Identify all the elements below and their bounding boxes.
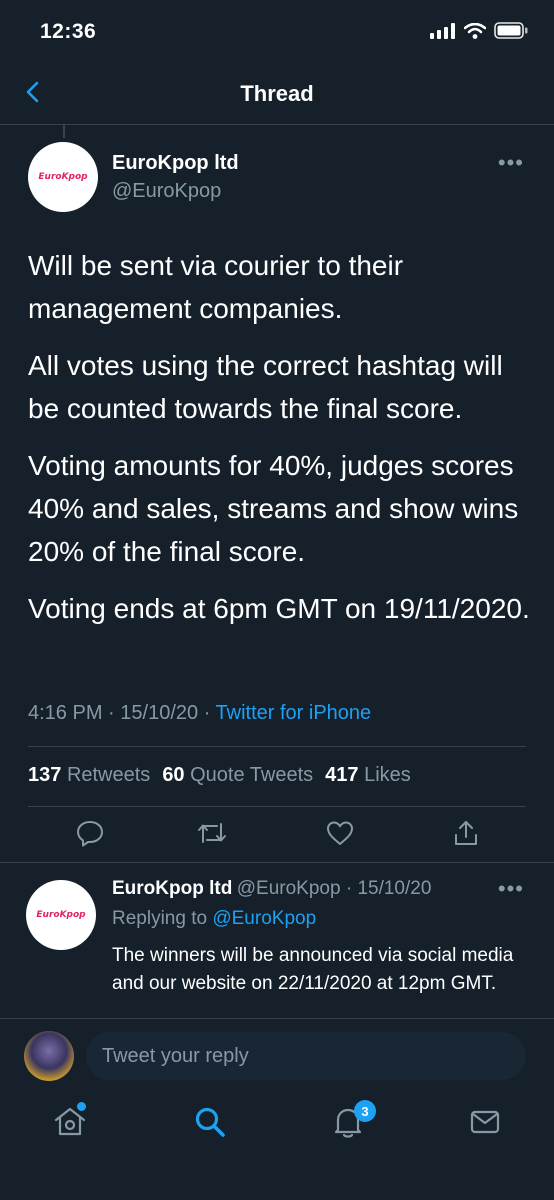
more-icon[interactable]: •••: [498, 150, 524, 176]
tweet-text: Will be sent via courier to their manage…: [28, 244, 533, 644]
reply-icon[interactable]: [75, 818, 105, 848]
likes-stat[interactable]: 417 Likes: [325, 764, 411, 787]
thread-connector: [63, 124, 65, 138]
search-icon[interactable]: [192, 1104, 228, 1140]
reply-author-handle[interactable]: @EuroKpop: [237, 878, 341, 899]
tweet-paragraph: Voting ends at 6pm GMT on 19/11/2020.: [28, 593, 530, 624]
compose-bar: [0, 1018, 554, 1093]
tweet-paragraph: Voting amounts for 40%, judges scores 40…: [28, 450, 519, 567]
tweet-source-link[interactable]: Twitter for iPhone: [216, 702, 372, 724]
avatar-logo: EuroKpop: [38, 172, 88, 182]
messages-icon[interactable]: [467, 1104, 503, 1140]
divider: [28, 746, 526, 747]
meta-separator: ·: [108, 702, 121, 724]
reply-date: 15/10/20: [357, 878, 432, 899]
tweet-time: 4:16 PM: [28, 702, 103, 724]
reply-separator: ·: [340, 878, 358, 899]
likes-label: Likes: [364, 764, 411, 786]
retweets-label: Retweets: [66, 764, 151, 786]
retweets-stat[interactable]: 137 Retweets: [28, 764, 150, 787]
replying-to: Replying to @EuroKpop: [112, 908, 316, 930]
reply-author-avatar[interactable]: EuroKpop: [26, 880, 96, 950]
wifi-icon: [464, 22, 486, 39]
signal-icon: [430, 22, 455, 39]
status-icons: [430, 22, 528, 39]
quotes-count: 60: [162, 764, 185, 786]
tweet-paragraph: Will be sent via courier to their manage…: [28, 250, 404, 324]
battery-icon: [494, 22, 528, 39]
reply-text: The winners will be announced via social…: [112, 945, 514, 994]
user-avatar[interactable]: [24, 1031, 74, 1081]
quotes-stat[interactable]: 60 Quote Tweets: [162, 764, 313, 787]
tweet-date: 15/10/20: [120, 702, 199, 724]
author-handle[interactable]: @EuroKpop: [112, 180, 221, 203]
divider: [0, 862, 554, 863]
nav-header: Thread: [0, 60, 554, 125]
likes-count: 417: [325, 764, 359, 786]
author-avatar[interactable]: EuroKpop: [28, 142, 98, 212]
tweet-stats: 137 Retweets 60 Quote Tweets 417 Likes: [28, 764, 411, 787]
reply-input[interactable]: [86, 1032, 526, 1080]
replying-label: Replying to: [112, 908, 208, 929]
notifications-badge: 3: [354, 1100, 376, 1122]
reply-more-icon[interactable]: •••: [498, 876, 524, 902]
status-time: 12:36: [40, 20, 97, 43]
replying-handle-link[interactable]: @EuroKpop: [212, 908, 316, 929]
tweet-paragraph: All votes using the correct hashtag will…: [28, 350, 503, 424]
meta-separator: ·: [203, 702, 216, 724]
retweets-count: 137: [28, 764, 62, 786]
page-title: Thread: [240, 81, 314, 106]
divider: [28, 806, 526, 807]
tab-bar: 3: [0, 1092, 554, 1200]
quotes-label: Quote Tweets: [190, 764, 314, 786]
reply-author-name[interactable]: EuroKpop ltd: [112, 878, 232, 899]
avatar-logo: EuroKpop: [36, 910, 86, 920]
home-unread-dot: [77, 1102, 86, 1111]
retweet-icon[interactable]: [197, 818, 227, 848]
tweet-meta: 4:16 PM · 15/10/20 · Twitter for iPhone: [28, 702, 371, 725]
author-name[interactable]: EuroKpop ltd: [112, 152, 239, 175]
share-icon[interactable]: [451, 818, 481, 848]
reply-header: EuroKpop ltd @EuroKpop · 15/10/20: [112, 878, 431, 900]
like-icon[interactable]: [325, 818, 355, 848]
